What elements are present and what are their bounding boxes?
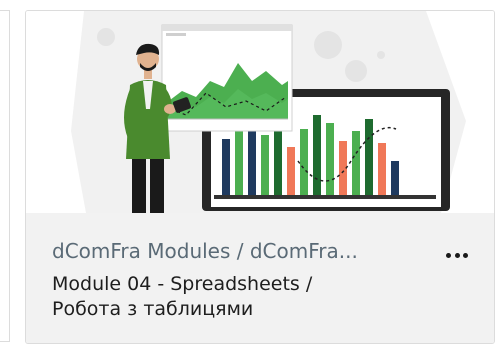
course-category-breadcrumb[interactable]: dComFra Modules / dComFra... xyxy=(52,238,412,264)
ellipsis-icon xyxy=(446,252,451,258)
more-options-button[interactable] xyxy=(446,248,468,262)
course-card[interactable]: dComFra Modules / dComFra... Module 04 -… xyxy=(25,10,495,344)
ellipsis-icon xyxy=(454,252,460,258)
course-thumbnail[interactable] xyxy=(26,11,494,213)
course-card-meta: dComFra Modules / dComFra... Module 04 -… xyxy=(26,213,494,343)
previous-course-card-edge[interactable] xyxy=(0,10,10,342)
course-title-line: Робота з таблицями xyxy=(52,298,254,320)
course-title-line: Module 04 - Spreadsheets / xyxy=(52,273,313,295)
spreadsheet-illustration xyxy=(71,11,466,213)
ellipsis-icon xyxy=(463,252,468,258)
course-title[interactable]: Module 04 - Spreadsheets / Робота з табл… xyxy=(52,272,452,322)
